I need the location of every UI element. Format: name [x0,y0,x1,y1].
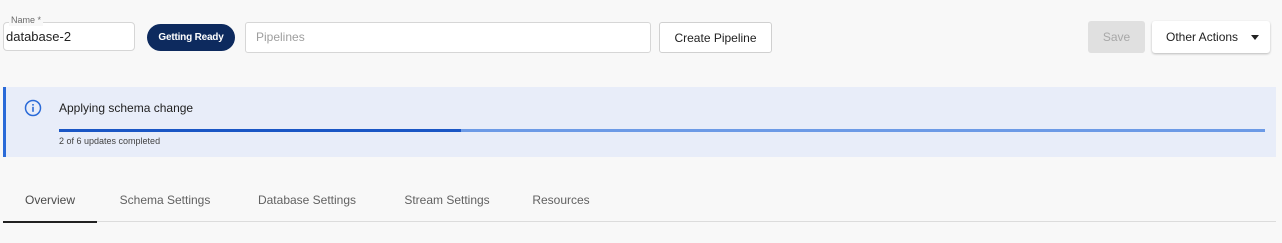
tab-label: Stream Settings [404,193,490,207]
progress-bar [59,129,1265,132]
other-actions-label: Other Actions [1166,30,1239,44]
info-icon [24,99,42,117]
tab-schema-settings[interactable]: Schema Settings [104,178,226,222]
tab-database-settings[interactable]: Database Settings [239,178,375,222]
tab-label: Schema Settings [119,193,211,207]
save-button[interactable]: Save [1088,21,1145,53]
schema-change-banner: Applying schema change 2 of 6 updates co… [3,87,1276,157]
tab-resources[interactable]: Resources [521,178,601,222]
tab-bar: Overview Schema Settings Database Settin… [3,178,1276,223]
name-input[interactable] [6,29,126,44]
pipelines-field[interactable] [245,22,651,53]
create-pipeline-button[interactable]: Create Pipeline [659,22,772,53]
tab-stream-settings[interactable]: Stream Settings [386,178,508,222]
active-tab-indicator [3,221,97,223]
pipelines-input[interactable] [256,30,636,44]
progress-bar-fill [59,129,461,132]
page: Name * Getting Ready Create Pipeline Sav… [0,0,1282,243]
tab-label: Overview [24,193,75,207]
name-field[interactable] [3,22,135,51]
tab-overview[interactable]: Overview [3,178,97,223]
progress-text: 2 of 6 updates completed [59,136,161,146]
name-field-label: Name * [9,15,44,26]
banner-title: Applying schema change [59,101,194,115]
tab-label: Database Settings [257,193,357,207]
caret-down-icon [1251,35,1259,40]
tab-label: Resources [532,193,590,207]
other-actions-button[interactable]: Other Actions [1152,21,1270,53]
status-badge: Getting Ready [147,24,235,51]
